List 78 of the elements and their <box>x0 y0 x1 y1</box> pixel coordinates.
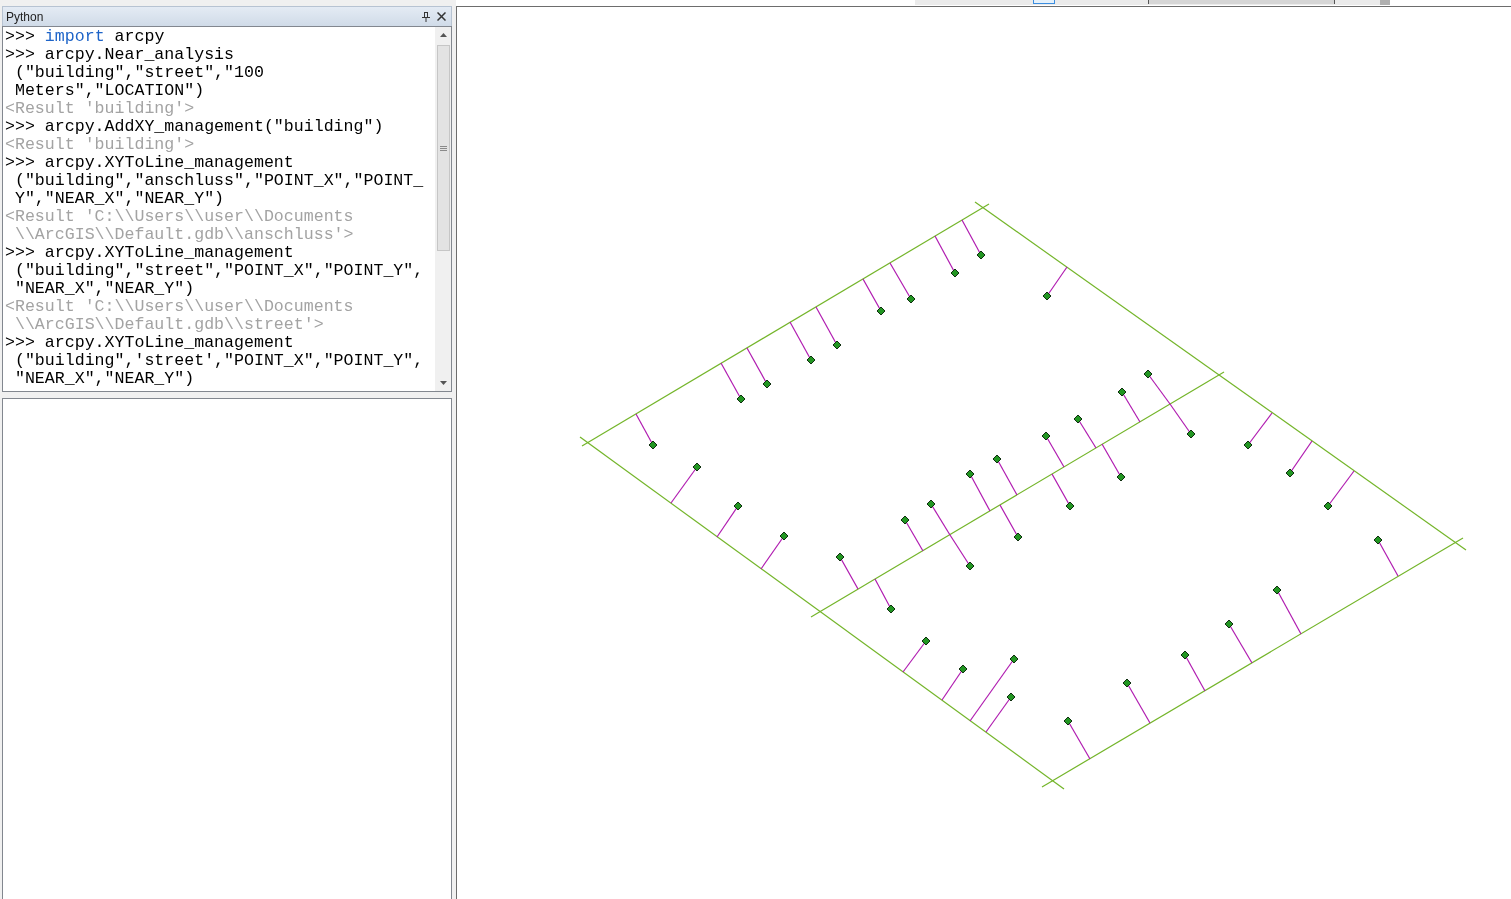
code-line: ("building",'street',"POINT_X","POINT_Y", <box>13 352 425 370</box>
point-marker-icon <box>886 604 896 614</box>
point-marker-icon <box>1122 678 1132 688</box>
point-marker-icon <box>926 499 936 509</box>
point-marker-icon <box>1186 429 1196 439</box>
code-line: Meters","LOCATION") <box>13 82 206 100</box>
output-line: \\ArcGIS\\Default.gdb\\street'> <box>13 316 325 334</box>
toolbar-button[interactable] <box>1033 0 1055 4</box>
point-marker-icon <box>992 454 1002 464</box>
code-line: ("building","street","100 <box>13 64 265 82</box>
point-marker-icon <box>1180 650 1190 660</box>
code-line: Y","NEAR_X","NEAR_Y") <box>13 190 226 208</box>
code-line: >>> arcpy.Near_analysis <box>5 46 236 64</box>
point-marker-icon <box>835 552 845 562</box>
point-marker-icon <box>1224 619 1234 629</box>
connector-line <box>670 466 698 504</box>
point-marker-icon <box>950 268 960 278</box>
point-marker-icon <box>900 515 910 525</box>
code-line: "NEAR_X","NEAR_Y") <box>13 370 196 388</box>
point-marker-icon <box>976 250 986 260</box>
point-marker-icon <box>1323 501 1333 511</box>
output-line: \\ArcGIS\\Default.gdb\\anschluss'> <box>13 226 355 244</box>
point-marker-icon <box>692 462 702 472</box>
pin-icon[interactable] <box>422 11 430 22</box>
connector-line <box>1169 403 1192 435</box>
panel-title: Python <box>6 9 45 24</box>
point-marker-icon <box>1373 535 1383 545</box>
output-line: <Result 'C:\\Users\\user\\Documents <box>5 298 355 316</box>
point-marker-icon <box>906 294 916 304</box>
scrollbar[interactable] <box>435 27 451 391</box>
point-marker-icon <box>1065 501 1075 511</box>
code-line: >>> arcpy.XYToLine_management <box>5 244 295 262</box>
point-marker-icon <box>921 636 931 646</box>
code-line: >>> import arcpy <box>5 28 166 46</box>
point-marker-icon <box>965 561 975 571</box>
code-line: >>> arcpy.XYToLine_management <box>5 154 295 172</box>
scroll-down-icon[interactable] <box>439 381 447 385</box>
point-marker-icon <box>1042 291 1052 301</box>
connector-line <box>1327 470 1355 507</box>
point-marker-icon <box>1243 440 1253 450</box>
point-marker-icon <box>1117 387 1127 397</box>
connector-line <box>1247 412 1273 446</box>
close-icon[interactable] <box>437 12 446 21</box>
output-line: <Result 'building'> <box>5 136 196 154</box>
point-marker-icon <box>1013 532 1023 542</box>
point-marker-icon <box>958 664 968 674</box>
point-marker-icon <box>832 340 842 350</box>
toolbar-field[interactable] <box>1148 0 1335 4</box>
output-line: <Result 'C:\\Users\\user\\Documents <box>5 208 355 226</box>
code-line: >>> arcpy.XYToLine_management <box>5 334 295 352</box>
point-marker-icon <box>1006 692 1016 702</box>
point-marker-icon <box>965 469 975 479</box>
scroll-up-icon[interactable] <box>439 33 447 37</box>
grip-icon <box>439 145 447 151</box>
point-marker-icon <box>876 306 886 316</box>
point-marker-icon <box>762 379 772 389</box>
point-marker-icon <box>1116 472 1126 482</box>
connector-line <box>760 535 785 570</box>
point-marker-icon <box>1143 369 1153 379</box>
scrollbar-thumb[interactable] <box>436 45 450 251</box>
point-marker-icon <box>1285 468 1295 478</box>
point-marker-icon <box>1063 716 1073 726</box>
point-marker-icon <box>648 440 658 450</box>
connector-line <box>902 640 927 673</box>
point-marker-icon <box>736 394 746 404</box>
code-line: ("building","anschluss","POINT_X","POINT_ <box>13 172 425 190</box>
point-marker-icon <box>806 355 816 365</box>
point-marker-icon <box>733 501 743 511</box>
code-line: "NEAR_X","NEAR_Y") <box>13 280 196 298</box>
point-marker-icon <box>1009 654 1019 664</box>
point-marker-icon <box>1073 414 1083 424</box>
connector-line <box>1147 373 1171 405</box>
point-marker-icon <box>1041 431 1051 441</box>
point-marker-icon <box>779 531 789 541</box>
code-line: ("building","street","POINT_X","POINT_Y", <box>13 262 425 280</box>
code-line: >>> arcpy.AddXY_management("building") <box>5 118 385 136</box>
point-marker-icon <box>1272 585 1282 595</box>
output-line: <Result 'building'> <box>5 100 196 118</box>
